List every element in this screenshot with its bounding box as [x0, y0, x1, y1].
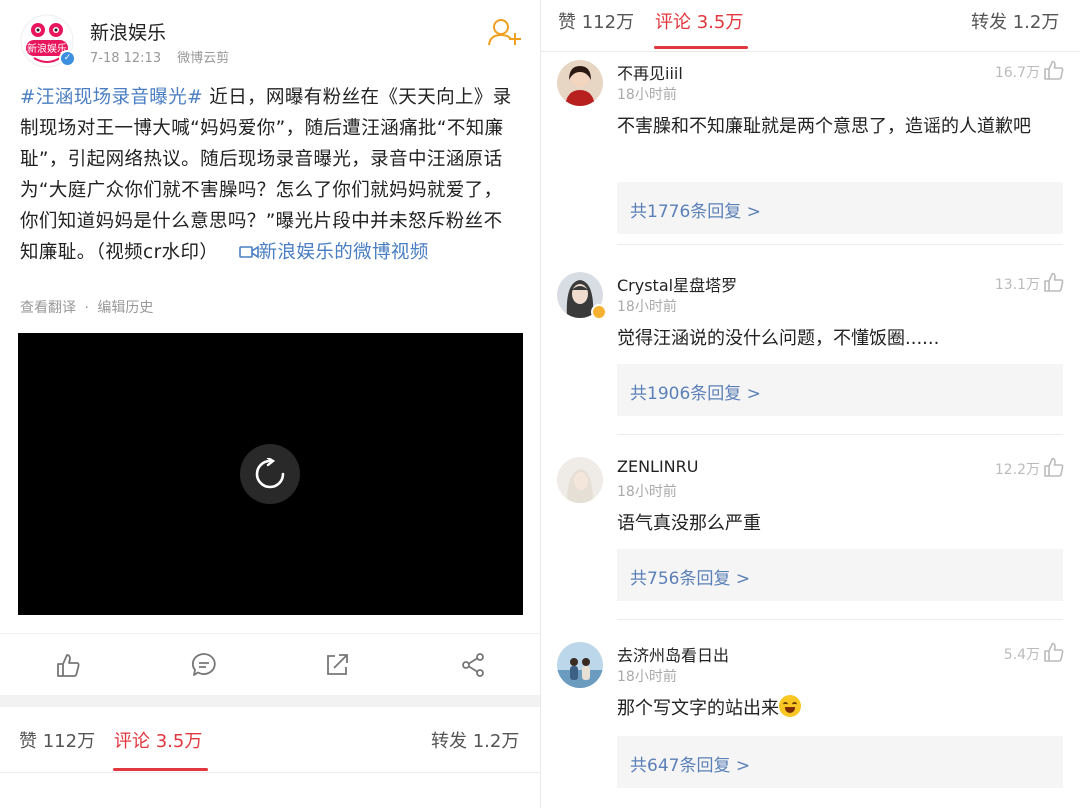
- tab-likes[interactable]: 赞 112万: [558, 8, 634, 34]
- comments-panel: 赞 112万 评论 3.5万 转发 1.2万 不再见iiil 18小时前 16.…: [541, 0, 1080, 808]
- commenter-avatar[interactable]: [557, 642, 603, 688]
- commenter-avatar[interactable]: [557, 60, 603, 106]
- comment-item: 去济州岛看日出 18小时前 5.4万 那个写文字的站出来 共647条回复 >: [541, 634, 1080, 808]
- section-gap: [0, 695, 540, 707]
- comment-item: Crystal星盘塔罗 18小时前 13.1万 觉得汪涵说的没什么问题，不懂饭圈…: [541, 264, 1080, 449]
- post-body-text: 近日，网曝有粉丝在《天天向上》录制现场对王一博大喊“妈妈爱你”，随后遭汪涵痛批“…: [20, 87, 512, 263]
- comment-time: 18小时前: [617, 87, 677, 103]
- laughing-emoji-icon: [779, 695, 801, 717]
- translate-link[interactable]: 查看翻译: [20, 300, 76, 316]
- comment-item: 不再见iiil 18小时前 16.7万 不害臊和不知廉耻就是两个意思了，造谣的人…: [541, 52, 1080, 245]
- repost-icon[interactable]: [324, 652, 350, 678]
- post-meta: 7-18 12:13 微博云剪: [90, 47, 241, 66]
- share-icon[interactable]: [460, 652, 486, 678]
- post-header: 新浪娱乐 ✓ 新浪娱乐 7-18 12:13 微博云剪: [20, 14, 530, 70]
- loading-icon: [255, 458, 285, 489]
- commenter-avatar[interactable]: [557, 457, 603, 503]
- like-icon[interactable]: [55, 652, 81, 678]
- view-replies-button[interactable]: 共1776条回复 >: [617, 182, 1063, 234]
- commenter-name[interactable]: ZENLINRU: [617, 457, 698, 476]
- follow-icon[interactable]: [488, 17, 522, 47]
- replies-count: 共1776条回复 >: [630, 202, 761, 222]
- comment-stats-tabs: 赞 112万 评论 3.5万 转发 1.2万: [541, 0, 1080, 52]
- active-tab-underline: [654, 46, 748, 49]
- view-replies-button[interactable]: 共647条回复 >: [617, 736, 1063, 788]
- post-stats-tabs: 赞 112万 评论 3.5万 转发 1.2万: [0, 707, 540, 773]
- tab-comments[interactable]: 评论 3.5万: [114, 727, 202, 753]
- comment-text: 觉得汪涵说的没什么问题，不懂饭圈......: [617, 328, 940, 349]
- post-sub-actions: 查看翻译 · 编辑历史: [20, 297, 153, 317]
- active-tab-underline: [113, 768, 208, 771]
- edit-history-link[interactable]: 编辑历史: [97, 300, 153, 316]
- weibo-post-panel: 新浪娱乐 ✓ 新浪娱乐 7-18 12:13 微博云剪 #汪涵现场录音曝光# 近…: [0, 0, 540, 808]
- post-source[interactable]: 微博云剪: [177, 51, 229, 66]
- replies-count: 共647条回复 >: [630, 756, 751, 776]
- comment-text-content: 那个写文字的站出来: [617, 698, 779, 719]
- tab-reposts[interactable]: 转发 1.2万: [971, 8, 1059, 34]
- replies-count: 共756条回复 >: [630, 569, 751, 589]
- comment-like-count: 16.7万: [994, 65, 1040, 81]
- commenter-name[interactable]: 去济州岛看日出: [617, 642, 729, 666]
- comment-like-icon[interactable]: [1043, 271, 1065, 293]
- comment-text: 不害臊和不知廉耻就是两个意思了，造谣的人道歉吧: [617, 116, 1031, 137]
- hashtag-link[interactable]: #汪涵现场录音曝光#: [20, 87, 203, 108]
- comment-time: 18小时前: [617, 299, 677, 315]
- comment-like-icon[interactable]: [1043, 641, 1065, 663]
- video-player[interactable]: [18, 333, 523, 615]
- comment-text: 语气真没那么严重: [617, 513, 761, 534]
- replies-count: 共1906条回复 >: [630, 384, 761, 404]
- comment-like-count: 5.4万: [1003, 647, 1040, 663]
- verified-icon: [591, 304, 607, 320]
- comment-time: 18小时前: [617, 484, 677, 500]
- separator-dot: ·: [84, 300, 89, 316]
- author-name[interactable]: 新浪娱乐: [90, 18, 166, 45]
- view-replies-button[interactable]: 共1906条回复 >: [617, 364, 1063, 416]
- video-icon: [238, 245, 259, 259]
- divider: [617, 244, 1063, 245]
- comment-text: 那个写文字的站出来: [617, 694, 1057, 724]
- comment-like-icon[interactable]: [1043, 456, 1065, 478]
- post-body: #汪涵现场录音曝光# 近日，网曝有粉丝在《天天向上》录制现场对王一博大喊“妈妈爱…: [20, 82, 520, 268]
- video-link[interactable]: 新浪娱乐的微博视频: [225, 242, 429, 263]
- commenter-name[interactable]: Crystal星盘塔罗: [617, 272, 737, 296]
- avatar-photo-icon: [557, 642, 603, 688]
- tab-reposts[interactable]: 转发 1.2万: [431, 727, 519, 753]
- comment-icon[interactable]: [191, 652, 217, 678]
- screenshot: 新浪娱乐 ✓ 新浪娱乐 7-18 12:13 微博云剪 #汪涵现场录音曝光# 近…: [0, 0, 1080, 808]
- comment-like-icon[interactable]: [1043, 59, 1065, 81]
- commenter-name[interactable]: 不再见iiil: [617, 60, 683, 84]
- post-time: 7-18 12:13: [90, 51, 162, 66]
- comment-time: 18小时前: [617, 669, 677, 685]
- divider: [617, 434, 1063, 435]
- comment-like-count: 12.2万: [994, 462, 1040, 478]
- avatar-photo-icon: [557, 60, 603, 106]
- view-replies-button[interactable]: 共756条回复 >: [617, 549, 1063, 601]
- post-action-bar: [0, 633, 540, 695]
- avatar-photo-icon: [557, 457, 603, 503]
- comment-like-count: 13.1万: [994, 277, 1040, 293]
- divider: [617, 619, 1063, 620]
- verified-icon: ✓: [59, 50, 76, 67]
- video-loading-button[interactable]: [240, 444, 300, 504]
- comment-item: ZENLINRU 18小时前 12.2万 语气真没那么严重 共756条回复 >: [541, 449, 1080, 634]
- tab-comments[interactable]: 评论 3.5万: [655, 8, 743, 34]
- video-link-label: 新浪娱乐的微博视频: [258, 242, 429, 263]
- tab-likes[interactable]: 赞 112万: [19, 727, 95, 753]
